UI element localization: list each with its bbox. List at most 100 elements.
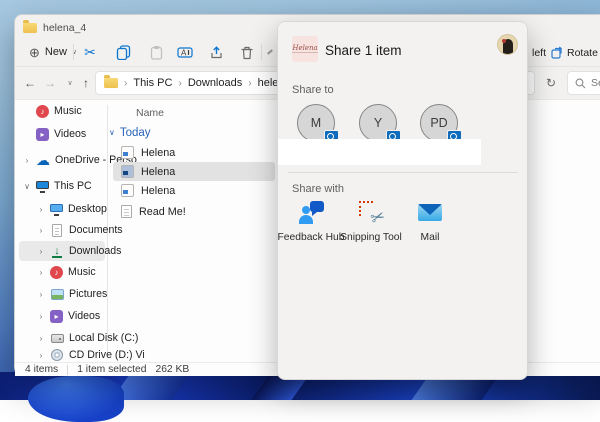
copy-button[interactable] [110, 41, 136, 63]
chevron-right-icon[interactable]: › [37, 312, 45, 321]
breadcrumb-separator: › [124, 78, 127, 89]
sidebar-item-music-pinned[interactable]: ♪ Music [19, 101, 105, 121]
this-pc-icon [36, 180, 49, 193]
group-header-today[interactable]: ∨ Today [109, 125, 151, 140]
chevron-right-icon[interactable]: › [37, 205, 45, 214]
chevron-right-icon[interactable]: › [37, 334, 45, 343]
svg-text:A: A [181, 48, 187, 57]
copy-icon [116, 45, 131, 60]
breadcrumb-segment-this-pc[interactable]: This PC [133, 77, 172, 89]
refresh-button[interactable]: ↻ [542, 74, 560, 92]
sidebar-item-videos-pinned[interactable]: ▸ Videos [19, 124, 105, 144]
trash-icon [240, 45, 254, 60]
contact-m[interactable]: M [297, 104, 335, 142]
onedrive-icon: ☁ [36, 153, 50, 167]
toolbar-divider [261, 44, 262, 60]
cut-button[interactable]: ✂ [77, 41, 103, 63]
wallpaper-petal [28, 376, 124, 422]
share-dialog-title: Share 1 item [325, 43, 402, 58]
sidebar-item-this-pc[interactable]: ∨ This PC [19, 176, 105, 196]
share-with-label: Share with [292, 183, 344, 195]
back-button[interactable]: ← [21, 74, 39, 92]
mail-icon [417, 200, 443, 226]
delete-button[interactable] [234, 41, 260, 63]
rotate-left-label-partial[interactable]: left [532, 47, 546, 59]
refresh-icon: ↻ [546, 76, 556, 90]
breadcrumb-separator: › [248, 78, 251, 89]
cd-drive-icon [51, 349, 63, 361]
chevron-right-icon[interactable]: › [37, 247, 45, 256]
file-row[interactable]: Helena [113, 181, 275, 200]
search-text: Se [591, 77, 600, 89]
sidebar-item-downloads[interactable]: › ↓ Downloads [19, 241, 105, 261]
snipping-tool-icon: ✂ [358, 200, 384, 226]
paste-button[interactable] [143, 41, 169, 63]
toolbar-divider [73, 44, 74, 60]
folder-icon [23, 23, 37, 33]
plus-circle-icon: ⊕ [29, 46, 40, 59]
tab-title: helena_4 [43, 22, 86, 34]
partial-hidden-icon [267, 49, 273, 54]
desktop-icon [50, 203, 63, 216]
share-item-thumbnail: Helena [292, 36, 318, 62]
local-disk-icon [51, 334, 64, 343]
pictures-icon [51, 289, 64, 300]
scissors-icon: ✂ [84, 45, 96, 59]
avatar[interactable] [497, 34, 518, 55]
sidebar-item-pictures[interactable]: › Pictures [19, 284, 105, 304]
rename-button[interactable]: A [172, 41, 198, 63]
new-button[interactable]: ⊕ New ∨ [23, 41, 83, 63]
folder-icon [104, 78, 118, 88]
sidebar-item-music[interactable]: › ♪ Music [19, 262, 105, 282]
share-dialog: Helena Share 1 item Share to M Y PD Shar… [277, 21, 528, 380]
file-row[interactable]: Helena [113, 143, 275, 162]
redacted-contact-names [278, 139, 481, 165]
file-row[interactable]: Read Me! [113, 202, 275, 221]
downloads-icon: ↓ [50, 244, 64, 258]
share-to-label: Share to [292, 84, 334, 96]
music-icon: ♪ [36, 105, 49, 118]
contact-y[interactable]: Y [359, 104, 397, 142]
contact-pd[interactable]: PD [420, 104, 458, 142]
videos-icon: ▸ [36, 128, 49, 141]
chevron-right-icon[interactable]: › [37, 268, 45, 277]
chevron-right-icon[interactable]: › [37, 290, 45, 299]
search-input[interactable]: Se [567, 71, 600, 95]
forward-button[interactable]: → [41, 74, 59, 92]
breadcrumb-segment-downloads[interactable]: Downloads [188, 77, 242, 89]
new-button-label: New [45, 46, 67, 58]
chevron-down-icon: ∨ [67, 79, 72, 87]
column-header-name[interactable]: Name [136, 107, 164, 119]
up-button[interactable]: ↑ [77, 74, 95, 92]
rotate-right-icon [551, 46, 564, 64]
sidebar-item-onedrive[interactable]: › ☁ OneDrive - Perso [19, 150, 105, 170]
paste-icon [149, 45, 164, 60]
text-file-icon [121, 205, 132, 218]
documents-icon [52, 224, 62, 237]
chevron-right-icon[interactable]: › [37, 351, 45, 360]
share-app-mail[interactable]: Mail [395, 200, 465, 243]
sidebar-item-videos[interactable]: › ▸ Videos [19, 306, 105, 326]
dialog-divider [288, 172, 518, 173]
chevron-right-icon[interactable]: › [37, 226, 45, 235]
sidebar-item-documents[interactable]: › Documents [19, 220, 105, 240]
file-row-selected[interactable]: Helena [113, 162, 275, 181]
chevron-right-icon[interactable]: › [23, 156, 31, 165]
sidebar-item-desktop[interactable]: › Desktop [19, 199, 105, 219]
rename-icon: A [177, 45, 193, 60]
chevron-down-icon[interactable]: ∨ [23, 182, 31, 191]
status-divider [67, 365, 68, 375]
breadcrumb-separator: › [178, 78, 181, 89]
back-icon: ← [24, 76, 36, 90]
image-file-icon [121, 146, 134, 159]
image-file-icon [121, 165, 134, 178]
explorer-tab[interactable]: helena_4 [23, 19, 86, 37]
share-icon [209, 45, 224, 60]
forward-icon: → [44, 76, 56, 90]
rotate-right-label[interactable]: Rotate [567, 47, 598, 59]
share-button[interactable] [203, 41, 229, 63]
chevron-down-icon: ∨ [109, 128, 115, 137]
music-icon: ♪ [50, 266, 63, 279]
videos-icon: ▸ [50, 310, 63, 323]
search-icon [575, 78, 586, 89]
